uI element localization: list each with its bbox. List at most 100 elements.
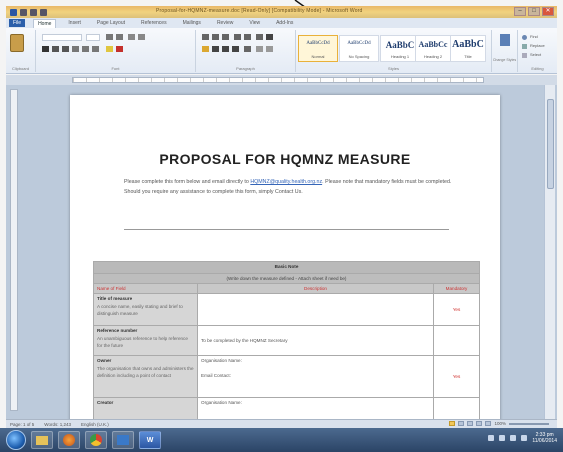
section-title: Basic Note <box>93 261 480 274</box>
taskbar-chrome[interactable] <box>85 431 107 449</box>
style-heading-1[interactable]: AaBbC Heading 1 <box>380 35 420 62</box>
bullets-icon[interactable] <box>202 34 209 40</box>
draft-view-icon[interactable] <box>485 421 492 426</box>
taskbar-outlook[interactable] <box>112 431 134 449</box>
change-styles-icon[interactable] <box>500 34 510 46</box>
line-spacing-icon[interactable] <box>244 46 251 52</box>
field-label-cell: Owner The organisation that owns and adm… <box>93 355 198 398</box>
close-button[interactable]: ✕ <box>542 7 554 16</box>
save-icon[interactable] <box>20 8 27 16</box>
bold-icon[interactable] <box>42 46 49 52</box>
language-indicator[interactable]: English (U.K.) <box>81 422 109 427</box>
web-layout-view-icon[interactable] <box>467 421 474 426</box>
column-header-name: Name of Field <box>93 283 198 294</box>
decrease-indent-icon[interactable] <box>234 34 241 40</box>
field-input-cell[interactable]: To be completed by the HQMNZ Secretary <box>197 325 434 356</box>
clock[interactable]: 2:33 pm 11/06/2014 <box>532 432 557 444</box>
shrink-font-icon[interactable] <box>116 34 123 40</box>
document-page[interactable]: PROPOSAL FOR HQMNZ MEASURE Please comple… <box>70 95 500 428</box>
outlook-icon <box>117 435 129 445</box>
ribbon-tabs: File Home Insert Page Layout References … <box>6 18 557 28</box>
multilevel-list-icon[interactable] <box>222 34 229 40</box>
horizontal-ruler[interactable] <box>72 77 484 83</box>
underline-icon[interactable] <box>62 46 69 52</box>
tab-add-ins[interactable]: Add-Ins <box>272 19 297 27</box>
strikethrough-icon[interactable] <box>72 46 79 52</box>
vertical-ruler[interactable] <box>10 89 18 411</box>
email-link[interactable]: HQMNZ@quality.health.org.nz <box>250 179 322 185</box>
redo-icon[interactable] <box>40 8 47 16</box>
network-icon[interactable] <box>499 435 506 441</box>
photo-frame: Proposal-for-HQMNZ-measure.doc [Read-Onl… <box>0 0 563 452</box>
center-icon[interactable] <box>212 46 219 52</box>
tab-review[interactable]: Review <box>213 19 237 27</box>
volume-icon[interactable] <box>510 435 517 441</box>
font-group: Font <box>36 30 196 72</box>
start-button[interactable] <box>6 430 26 450</box>
vertical-scrollbar[interactable] <box>544 85 555 419</box>
field-input-cell[interactable] <box>197 293 434 326</box>
justify-icon[interactable] <box>232 46 239 52</box>
align-left-icon[interactable] <box>202 46 209 52</box>
print-layout-view-icon[interactable] <box>449 421 456 426</box>
font-size-select[interactable] <box>86 34 100 41</box>
style-title[interactable]: AaBbC Title <box>450 35 486 62</box>
table-row: Title of measure A concise name, easily … <box>93 293 480 326</box>
document-workspace: PROPOSAL FOR HQMNZ MEASURE Please comple… <box>6 85 557 428</box>
sort-icon[interactable] <box>256 34 263 40</box>
tab-page-layout[interactable]: Page Layout <box>93 19 129 27</box>
change-styles-label[interactable]: Change Styles <box>492 58 517 62</box>
undo-icon[interactable] <box>30 8 37 16</box>
show-hidden-icons-icon[interactable] <box>488 435 495 441</box>
change-styles-group: Change Styles <box>492 30 518 72</box>
minimize-button[interactable]: – <box>514 7 526 16</box>
change-case-icon[interactable] <box>128 34 135 40</box>
style-name: No Spacing <box>348 54 370 59</box>
ruler-ticks <box>73 78 483 82</box>
grow-font-icon[interactable] <box>106 34 113 40</box>
full-screen-view-icon[interactable] <box>458 421 465 426</box>
field-sublabel: A concise name, easily stating and brief… <box>97 304 183 316</box>
shading-icon[interactable] <box>256 46 263 52</box>
clear-formatting-icon[interactable] <box>138 34 145 40</box>
page-count[interactable]: Page: 1 of 5 <box>10 422 34 427</box>
tab-insert[interactable]: Insert <box>64 19 85 27</box>
outline-view-icon[interactable] <box>476 421 483 426</box>
scrollbar-thumb[interactable] <box>547 99 554 189</box>
paste-icon[interactable] <box>10 34 24 52</box>
style-normal[interactable]: AaBbCcDd Normal <box>298 35 338 62</box>
borders-icon[interactable] <box>266 46 273 52</box>
italic-icon[interactable] <box>52 46 59 52</box>
zoom-slider[interactable] <box>509 422 549 425</box>
field-label-cell: Title of measure A concise name, easily … <box>93 293 198 326</box>
word-count[interactable]: Words: 1,243 <box>44 422 71 427</box>
style-heading-2[interactable]: AaBbCc Heading 2 <box>415 35 451 62</box>
taskbar-explorer[interactable] <box>31 431 53 449</box>
taskbar-word[interactable]: W <box>139 431 161 449</box>
tab-references[interactable]: References <box>137 19 171 27</box>
align-right-icon[interactable] <box>222 46 229 52</box>
taskbar-firefox[interactable] <box>58 431 80 449</box>
increase-indent-icon[interactable] <box>244 34 251 40</box>
chrome-icon <box>90 434 102 446</box>
show-formatting-icon[interactable] <box>266 34 273 40</box>
highlight-color-icon[interactable] <box>106 46 113 52</box>
table-row: Reference number An unambiguous referenc… <box>93 325 480 356</box>
field-label-cell: Reference number An unambiguous referenc… <box>93 325 198 356</box>
font-name-select[interactable] <box>42 34 82 41</box>
tab-view[interactable]: View <box>245 19 264 27</box>
maximize-button[interactable]: □ <box>528 7 540 16</box>
font-color-icon[interactable] <box>116 46 123 52</box>
subscript-icon[interactable] <box>82 46 89 52</box>
window-title-bar: Proposal-for-HQMNZ-measure.doc [Read-Onl… <box>6 6 557 18</box>
superscript-icon[interactable] <box>92 46 99 52</box>
zoom-level[interactable]: 100% <box>494 421 506 426</box>
field-input-cell[interactable]: Organisation Name: Email Contact: <box>197 355 434 398</box>
tab-home[interactable]: Home <box>33 18 57 28</box>
style-no-spacing[interactable]: AaBbCcDd No Spacing <box>339 35 379 62</box>
owner-email-line: Email Contact: <box>201 373 231 378</box>
numbering-icon[interactable] <box>212 34 219 40</box>
flag-icon[interactable] <box>521 435 528 441</box>
tab-file[interactable]: File <box>9 19 26 27</box>
tab-mailings[interactable]: Mailings <box>179 19 205 27</box>
